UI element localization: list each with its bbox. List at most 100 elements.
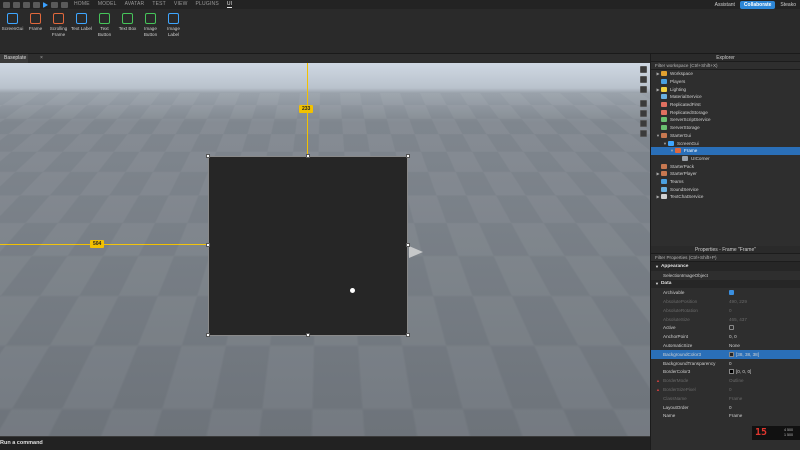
- insert-text-button-button[interactable]: Text Button: [94, 13, 115, 38]
- menu-tab-home[interactable]: HOME: [74, 1, 90, 8]
- play-icon[interactable]: [43, 1, 48, 8]
- property-value[interactable]: 0, 0: [729, 334, 737, 339]
- user-name[interactable]: Steako: [780, 2, 796, 8]
- color-swatch[interactable]: [729, 369, 734, 375]
- layout-icon[interactable]: [640, 110, 647, 117]
- property-row-backgroundtransparency[interactable]: BackgroundTransparency 0: [651, 359, 800, 368]
- property-value[interactable]: Outline: [729, 378, 744, 383]
- property-value[interactable]: [729, 325, 734, 331]
- properties-section-data[interactable]: ▼ Data: [651, 279, 800, 289]
- explorer-item-replicatedstorage[interactable]: ReplicatedStorage: [651, 108, 800, 116]
- explorer-item-uicorner[interactable]: UICorner: [651, 155, 800, 163]
- property-row-absoluterotation[interactable]: AbsoluteRotation 0: [651, 306, 800, 315]
- explorer-item-serverscriptservice[interactable]: ServerScriptService: [651, 116, 800, 124]
- property-row-anchorpoint[interactable]: AnchorPoint 0, 0: [651, 332, 800, 341]
- explorer-item-lighting[interactable]: ▶ Lighting: [651, 85, 800, 93]
- resize-handle-l[interactable]: [206, 243, 210, 247]
- property-row-bordercolor3[interactable]: BorderColor3 [0, 0, 0]: [651, 368, 800, 377]
- property-row-bordermode[interactable]: BorderModeOutline: [651, 376, 800, 385]
- collapse-arrow-icon[interactable]: ▼: [655, 281, 659, 286]
- menu-tab-test[interactable]: TEST: [152, 1, 166, 8]
- undo-icon[interactable]: [23, 1, 30, 8]
- stop-icon[interactable]: [51, 1, 58, 8]
- property-value[interactable]: 0: [729, 405, 732, 410]
- property-row-active[interactable]: Active: [651, 324, 800, 333]
- property-row-bordersizepixel[interactable]: BorderSizePixel0: [651, 385, 800, 394]
- property-value[interactable]: [38, 38, 38]: [729, 351, 759, 357]
- resize-handle-bl[interactable]: [206, 333, 210, 337]
- explorer-item-materialservice[interactable]: MaterialService: [651, 93, 800, 101]
- property-value[interactable]: 0: [729, 387, 732, 392]
- property-value[interactable]: None: [729, 343, 740, 348]
- explorer-item-soundservice[interactable]: SoundService: [651, 185, 800, 193]
- property-row-selectionimageobject[interactable]: SelectionImageObject: [651, 271, 800, 280]
- explorer-item-teams[interactable]: Teams: [651, 178, 800, 186]
- command-input[interactable]: Run a command: [0, 440, 43, 446]
- resize-handle-r[interactable]: [406, 243, 410, 247]
- history-icon[interactable]: [61, 1, 68, 8]
- grid-icon[interactable]: [640, 120, 647, 127]
- fullscreen-icon[interactable]: [640, 86, 647, 93]
- gui-frame[interactable]: [208, 156, 408, 336]
- menu-tab-model[interactable]: MODEL: [98, 1, 117, 8]
- menu-tab-view[interactable]: VIEW: [174, 1, 188, 8]
- resize-handle-br[interactable]: [406, 333, 410, 337]
- help-icon[interactable]: [640, 100, 647, 107]
- property-row-layoutorder[interactable]: LayoutOrder 0: [651, 403, 800, 412]
- tab-baseplate[interactable]: Baseplate: [0, 54, 28, 63]
- menu-tab-plugins[interactable]: PLUGINS: [196, 1, 219, 8]
- move-icon[interactable]: [640, 130, 647, 137]
- insert-screengui-button[interactable]: ScreenGui: [2, 13, 23, 32]
- explorer-item-starterplayer[interactable]: ▶ StarterPlayer: [651, 170, 800, 178]
- insert-text-box-button[interactable]: Text Box: [117, 13, 138, 32]
- save-icon[interactable]: [13, 1, 20, 8]
- checkbox[interactable]: [729, 290, 734, 296]
- explorer-item-workspace[interactable]: ▶ Workspace: [651, 70, 800, 78]
- property-row-name[interactable]: Name Frame: [651, 412, 800, 421]
- property-value[interactable]: 0: [729, 308, 732, 313]
- property-row-automaticsize[interactable]: AutomaticSize None: [651, 341, 800, 350]
- property-value[interactable]: 465, 437: [729, 317, 747, 322]
- camera-icon[interactable]: [640, 66, 647, 73]
- explorer-item-startergui[interactable]: ▼ StarterGui: [651, 132, 800, 140]
- explorer-filter-input[interactable]: Filter workspace (Ctrl+Shift+X): [651, 62, 800, 70]
- property-value[interactable]: 0: [729, 361, 732, 366]
- insert-image-button-button[interactable]: Image Button: [140, 13, 161, 38]
- explorer-item-starterpack[interactable]: StarterPack: [651, 162, 800, 170]
- explorer-item-replicatedfirst[interactable]: ReplicatedFirst: [651, 101, 800, 109]
- explorer-item-players[interactable]: Players: [651, 78, 800, 86]
- property-row-absolutesize[interactable]: AbsoluteSize 465, 437: [651, 315, 800, 324]
- close-icon[interactable]: ×: [40, 55, 43, 61]
- color-swatch[interactable]: [729, 351, 734, 357]
- property-row-absoluteposition[interactable]: AbsolutePosition 490, 229: [651, 297, 800, 306]
- property-row-classname[interactable]: ClassName Frame: [651, 394, 800, 403]
- resize-handle-tl[interactable]: [206, 154, 210, 158]
- command-bar[interactable]: Run a command: [0, 436, 650, 450]
- collaborate-button[interactable]: Collaborate: [739, 0, 776, 9]
- explorer-item-serverstorage[interactable]: ServerStorage: [651, 124, 800, 132]
- menu-tab-ui[interactable]: UI: [226, 1, 233, 8]
- viewport-3d[interactable]: 233 504: [0, 63, 650, 436]
- property-row-backgroundcolor3[interactable]: BackgroundColor3 [38, 38, 38]: [651, 349, 800, 359]
- insert-text-label-button[interactable]: Text Label: [71, 13, 92, 32]
- properties-section-appearance[interactable]: ▼ Appearance: [651, 262, 800, 271]
- file-icon[interactable]: [3, 1, 10, 8]
- explorer-item-textchatservice[interactable]: ▶ TextChatService: [651, 193, 800, 201]
- property-value[interactable]: [729, 290, 734, 296]
- property-value[interactable]: Frame: [729, 413, 742, 418]
- resize-handle-t[interactable]: [306, 154, 310, 158]
- collapse-arrow-icon[interactable]: ▼: [655, 264, 659, 269]
- resize-handle-tr[interactable]: [406, 154, 410, 158]
- assistant-button[interactable]: Assistant: [715, 2, 735, 8]
- insert-scrolling-frame-button[interactable]: Scrolling Frame: [48, 13, 69, 38]
- property-row-archivable[interactable]: Archivable: [651, 288, 800, 297]
- explorer-item-frame[interactable]: ▼ Frame: [651, 146, 800, 155]
- insert-frame-button[interactable]: Frame: [25, 13, 46, 32]
- explorer-item-screengui[interactable]: ▼ ScreenGui: [651, 139, 800, 147]
- resize-handle-b[interactable]: [306, 333, 310, 337]
- property-value[interactable]: [0, 0, 0]: [729, 369, 751, 375]
- property-value[interactable]: Frame: [729, 396, 742, 401]
- view-icon[interactable]: [640, 76, 647, 83]
- checkbox[interactable]: [729, 325, 734, 331]
- insert-image-label-button[interactable]: Image Label: [163, 13, 184, 38]
